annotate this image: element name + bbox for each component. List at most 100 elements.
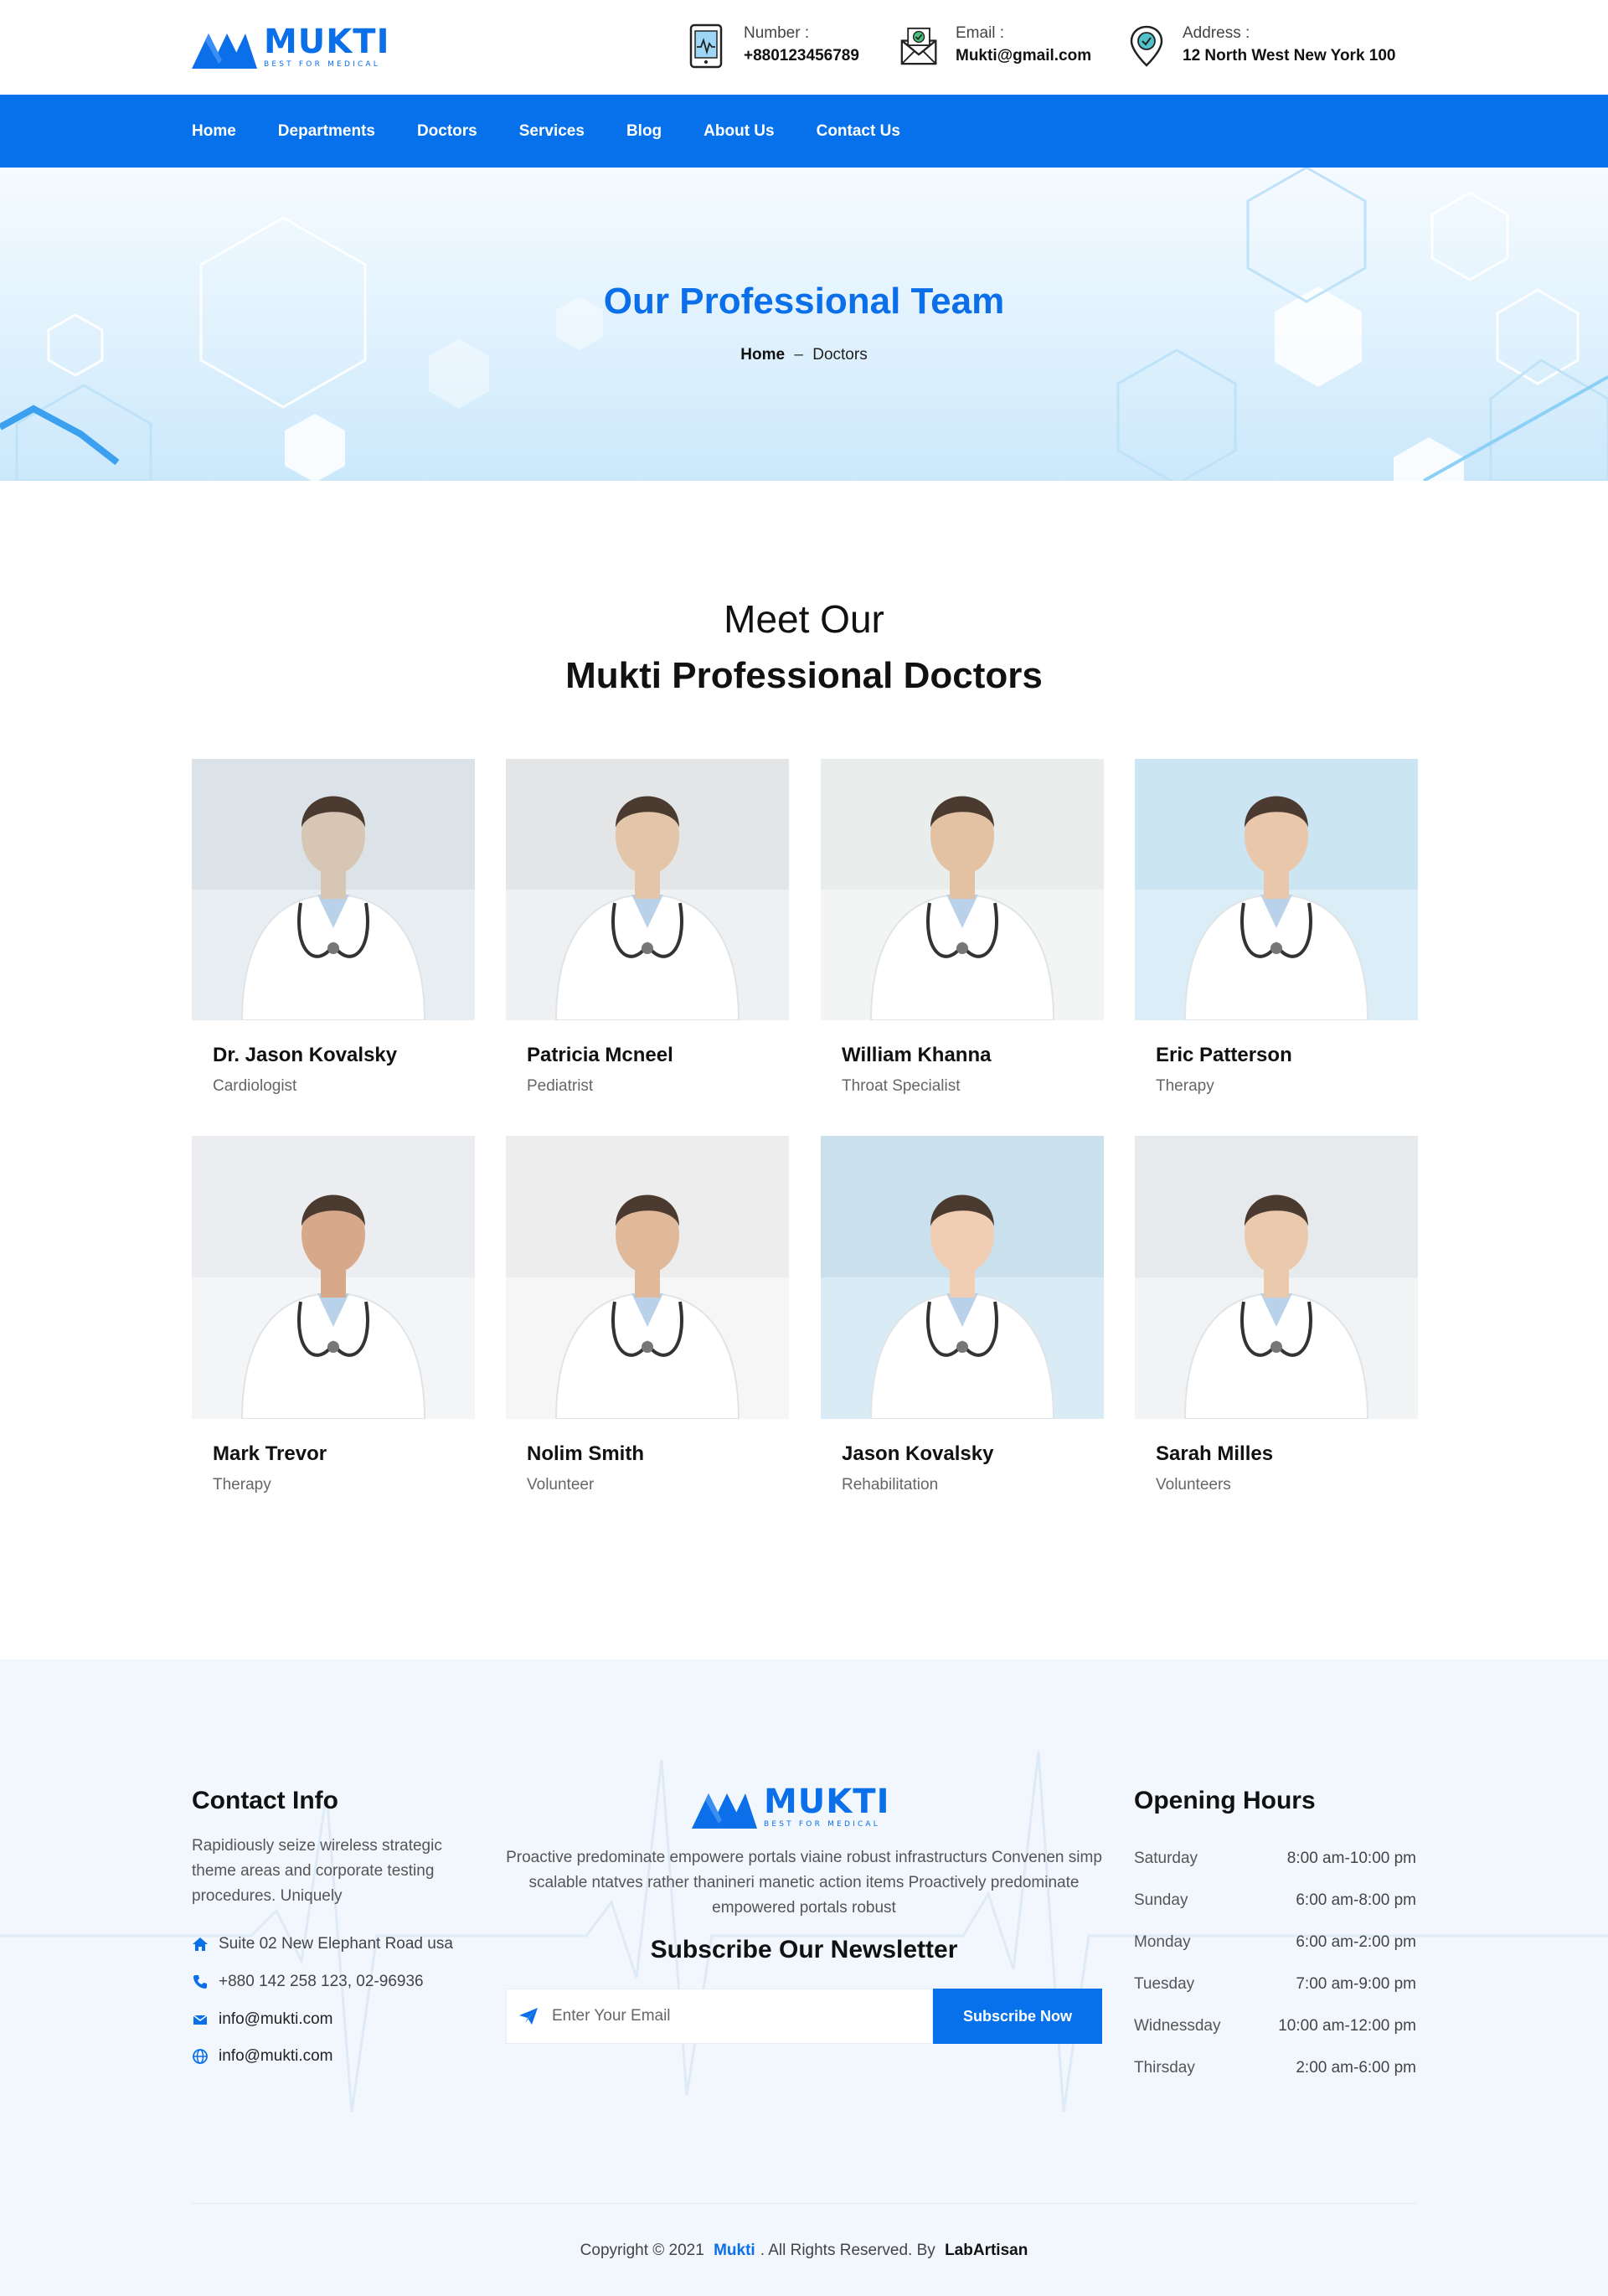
footer-website-text[interactable]: info@mukti.com bbox=[219, 2047, 333, 2066]
hours-time: 6:00 am-2:00 pm bbox=[1296, 1933, 1416, 1951]
home-icon bbox=[193, 1937, 208, 1951]
doctor-name[interactable]: Dr. Jason Kovalsky bbox=[213, 1044, 475, 1067]
opening-hours-row: Widnessday 10:00 am-12:00 pm bbox=[1134, 2017, 1416, 2035]
copyright-bar: Copyright © 2021 Mukti . All Rights Reser… bbox=[0, 2242, 1608, 2260]
doctor-photo[interactable] bbox=[1135, 1136, 1418, 1419]
footer-address-text: Suite 02 New Elephant Road usa bbox=[219, 1935, 453, 1953]
footer-website: info@mukti.com bbox=[192, 2047, 333, 2066]
doctor-card[interactable]: Nolim Smith Volunteer bbox=[506, 1136, 789, 1494]
doctor-role: Volunteers bbox=[1156, 1476, 1231, 1494]
doctor-portrait-image bbox=[1135, 1136, 1418, 1419]
footer-phone-text[interactable]: +880 142 258 123, 02-96936 bbox=[219, 1973, 424, 1991]
paper-plane-icon bbox=[519, 2008, 538, 2025]
newsletter-email-input[interactable] bbox=[552, 2007, 920, 2025]
doctor-portrait-image bbox=[506, 759, 789, 1020]
email-label: Email : bbox=[956, 24, 1005, 42]
doctor-name[interactable]: Mark Trevor bbox=[213, 1442, 475, 1466]
doctor-name[interactable]: William Khanna bbox=[842, 1044, 1104, 1067]
doctor-role: Rehabilitation bbox=[842, 1476, 939, 1494]
nav-item-blog[interactable]: Blog bbox=[626, 122, 662, 141]
header-contact-address: Address : 12 North West New York 100 bbox=[1127, 23, 1396, 69]
doctor-portrait-image bbox=[506, 1136, 789, 1419]
doctor-photo[interactable] bbox=[192, 759, 475, 1020]
doctor-card[interactable]: Dr. Jason Kovalsky Cardiologist bbox=[192, 759, 475, 1096]
opening-hours-row: Thirsday 2:00 am-6:00 pm bbox=[1134, 2059, 1416, 2077]
doctor-photo[interactable] bbox=[821, 759, 1104, 1020]
site-logo[interactable]: MUKTI BEST FOR MEDICAL bbox=[192, 23, 389, 69]
address-label: Address : bbox=[1183, 24, 1250, 42]
logo-mark-icon bbox=[192, 34, 257, 69]
nav-item-departments[interactable]: Departments bbox=[278, 122, 375, 141]
logo-name: MUKTI bbox=[264, 22, 390, 61]
envelope-icon bbox=[900, 27, 937, 65]
main-navigation: Home Departments Doctors Services Blog A… bbox=[0, 95, 1608, 168]
doctor-name[interactable]: Eric Patterson bbox=[1156, 1044, 1418, 1067]
footer-phone: +880 142 258 123, 02-96936 bbox=[192, 1973, 424, 1991]
hours-day: Saturday bbox=[1134, 1850, 1198, 1867]
site-footer: Contact Info Rapidiously seize wireless … bbox=[0, 1659, 1608, 2296]
page-hero-banner: Our Professional Team Home – Doctors bbox=[0, 168, 1608, 481]
doctor-portrait-image bbox=[821, 759, 1104, 1020]
opening-hours-title: Opening Hours bbox=[1134, 1787, 1316, 1814]
hours-time: 2:00 am-6:00 pm bbox=[1296, 2059, 1416, 2077]
nav-item-services[interactable]: Services bbox=[519, 122, 585, 141]
footer-email: info@mukti.com bbox=[192, 2010, 333, 2029]
doctor-card[interactable]: Eric Patterson Therapy bbox=[1135, 759, 1418, 1096]
breadcrumb-separator: – bbox=[794, 346, 803, 364]
location-pin-icon bbox=[1130, 25, 1163, 67]
nav-item-contact-us[interactable]: Contact Us bbox=[817, 122, 900, 141]
footer-divider bbox=[192, 2203, 1416, 2204]
doctor-portrait-image bbox=[192, 1136, 475, 1419]
hours-time: 10:00 am-12:00 pm bbox=[1278, 2017, 1416, 2035]
doctor-name[interactable]: Nolim Smith bbox=[527, 1442, 789, 1466]
doctor-photo[interactable] bbox=[506, 759, 789, 1020]
doctor-photo[interactable] bbox=[821, 1136, 1104, 1419]
doctor-name[interactable]: Sarah Milles bbox=[1156, 1442, 1418, 1466]
top-header: MUKTI BEST FOR MEDICAL Number : +8801234… bbox=[0, 0, 1608, 95]
hours-day: Thirsday bbox=[1134, 2059, 1195, 2077]
phone-label: Number : bbox=[744, 24, 810, 42]
hours-day: Widnessday bbox=[1134, 2017, 1221, 2035]
hexagon-pattern-background bbox=[0, 168, 1608, 481]
mail-icon bbox=[193, 2015, 208, 2025]
doctor-name[interactable]: Patricia Mcneel bbox=[527, 1044, 789, 1067]
copyright-brand-link[interactable]: Mukti bbox=[714, 2242, 755, 2259]
opening-hours-row: Saturday 8:00 am-10:00 pm bbox=[1134, 1850, 1416, 1868]
phone-value[interactable]: +880123456789 bbox=[744, 44, 859, 69]
footer-address: Suite 02 New Elephant Road usa bbox=[192, 1935, 453, 1953]
doctor-card[interactable]: William Khanna Throat Specialist bbox=[821, 759, 1104, 1096]
footer-logo[interactable]: MUKTI BEST FOR MEDICAL bbox=[692, 1783, 889, 1829]
doctor-role: Cardiologist bbox=[213, 1077, 297, 1095]
nav-item-doctors[interactable]: Doctors bbox=[417, 122, 477, 141]
doctor-role: Volunteer bbox=[527, 1476, 595, 1494]
copyright-middle: . All Rights Reserved. By bbox=[760, 2242, 935, 2259]
doctor-card[interactable]: Mark Trevor Therapy bbox=[192, 1136, 475, 1494]
doctor-portrait-image bbox=[821, 1136, 1104, 1419]
email-value[interactable]: Mukti@gmail.com bbox=[956, 44, 1091, 69]
header-contact-email: Email : Mukti@gmail.com bbox=[900, 23, 1091, 69]
doctor-role: Therapy bbox=[1156, 1077, 1214, 1095]
doctor-card[interactable]: Jason Kovalsky Rehabilitation bbox=[821, 1136, 1104, 1494]
doctor-card[interactable]: Patricia Mcneel Pediatrist bbox=[506, 759, 789, 1096]
doctor-role: Throat Specialist bbox=[842, 1077, 961, 1095]
hours-time: 7:00 am-9:00 pm bbox=[1296, 1975, 1416, 1993]
copyright-author-link[interactable]: LabArtisan bbox=[945, 2242, 1028, 2259]
footer-contact-title: Contact Info bbox=[192, 1787, 338, 1814]
section-subtitle: Meet Our bbox=[724, 597, 884, 641]
doctor-name[interactable]: Jason Kovalsky bbox=[842, 1442, 1104, 1466]
breadcrumb-current: Doctors bbox=[812, 346, 868, 364]
doctor-card[interactable]: Sarah Milles Volunteers bbox=[1135, 1136, 1418, 1494]
doctor-role: Therapy bbox=[213, 1476, 271, 1494]
nav-item-about-us[interactable]: About Us bbox=[704, 122, 774, 141]
doctor-photo[interactable] bbox=[1135, 759, 1418, 1020]
breadcrumb-home-link[interactable]: Home bbox=[740, 346, 785, 364]
doctor-photo[interactable] bbox=[192, 1136, 475, 1419]
logo-tagline: BEST FOR MEDICAL bbox=[264, 59, 380, 69]
nav-item-home[interactable]: Home bbox=[192, 122, 236, 141]
doctor-portrait-image bbox=[1135, 759, 1418, 1020]
subscribe-button[interactable]: Subscribe Now bbox=[933, 1989, 1102, 2044]
address-value: 12 North West New York 100 bbox=[1183, 47, 1396, 64]
footer-email-text[interactable]: info@mukti.com bbox=[219, 2010, 333, 2029]
doctor-photo[interactable] bbox=[506, 1136, 789, 1419]
hours-day: Tuesday bbox=[1134, 1975, 1195, 1993]
